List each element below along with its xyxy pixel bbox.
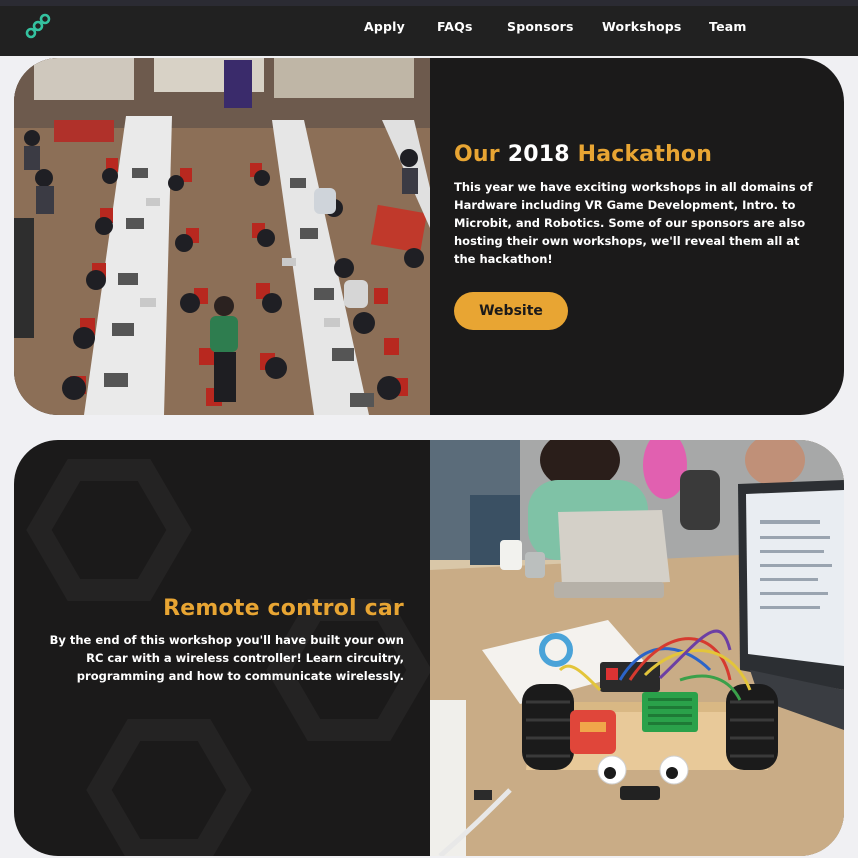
hackathon-title-suffix: Hackathon [577,142,713,167]
website-button[interactable]: Website [454,292,568,330]
hackathon-title: Our 2018 Hackathon [454,142,712,167]
nav-top-strip [0,0,858,6]
nav-link-apply[interactable]: Apply [364,19,405,34]
hackathon-title-year: 2018 [507,142,570,167]
nav-link-workshops[interactable]: Workshops [602,19,682,34]
workshop-title: Remote control car [163,596,404,621]
hackathon-card: Our 2018 Hackathon This year we have exc… [14,58,844,415]
hackathon-description: This year we have exciting workshops in … [454,180,813,266]
nav-link-team[interactable]: Team [709,19,747,34]
workshop-text-area: Remote control car By the end of this wo… [14,440,430,856]
workshop-card: Remote control car By the end of this wo… [14,440,844,856]
hackathon-hall-photo [14,58,430,415]
chain-link-logo-icon[interactable] [24,12,52,40]
rc-car-workshop-photo [430,440,844,856]
hackathon-text-area: Our 2018 Hackathon This year we have exc… [430,58,844,415]
navbar: Apply FAQs Sponsors Workshops Team [0,0,858,56]
hackathon-title-prefix: Our [454,142,500,167]
nav-link-faqs[interactable]: FAQs [437,19,473,34]
workshop-description: By the end of this workshop you'll have … [49,633,404,683]
nav-link-sponsors[interactable]: Sponsors [507,19,574,34]
